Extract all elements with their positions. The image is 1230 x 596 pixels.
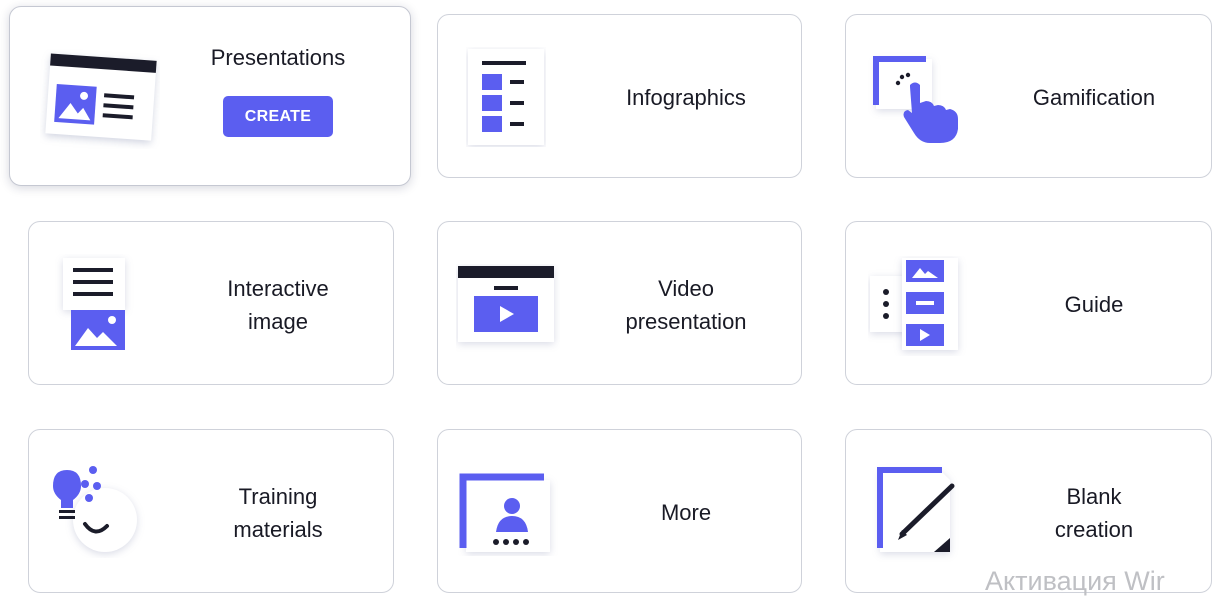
card-label: Gamification <box>1032 85 1156 110</box>
infographic-list-icon <box>468 49 544 145</box>
card-label: Guide <box>1064 292 1124 317</box>
user-profile-icon <box>459 473 550 552</box>
card-label: Infographics <box>626 85 746 110</box>
interactive-image-icon <box>63 258 125 350</box>
card-training-materials[interactable]: Training materials <box>28 429 394 593</box>
card-gamification[interactable]: Gamification <box>845 14 1212 178</box>
pencil-page-icon <box>877 467 955 552</box>
card-more[interactable]: More <box>437 429 802 593</box>
card-guide[interactable]: Guide <box>845 221 1212 385</box>
tap-hand-icon <box>873 56 958 143</box>
create-button[interactable]: CREATE <box>223 96 333 137</box>
card-label: Training materials <box>233 484 323 542</box>
card-label: More <box>660 500 712 525</box>
video-player-icon <box>458 266 554 342</box>
presentation-slide-icon <box>45 53 157 141</box>
card-label: Blank creation <box>1054 484 1134 542</box>
card-label: Interactive image <box>227 276 329 334</box>
card-label: Video presentation <box>625 276 747 334</box>
card-presentations[interactable]: Presentations CREATE <box>9 6 411 186</box>
card-video-presentation[interactable]: Video presentation <box>437 221 802 385</box>
card-label: Presentations <box>210 45 346 70</box>
card-interactive-image[interactable]: Interactive image <box>28 221 394 385</box>
activation-watermark: Активация Wir <box>985 566 1165 596</box>
lightbulb-smile-icon <box>53 466 137 552</box>
card-infographics[interactable]: Infographics <box>437 14 802 178</box>
guide-steps-icon <box>870 258 958 350</box>
